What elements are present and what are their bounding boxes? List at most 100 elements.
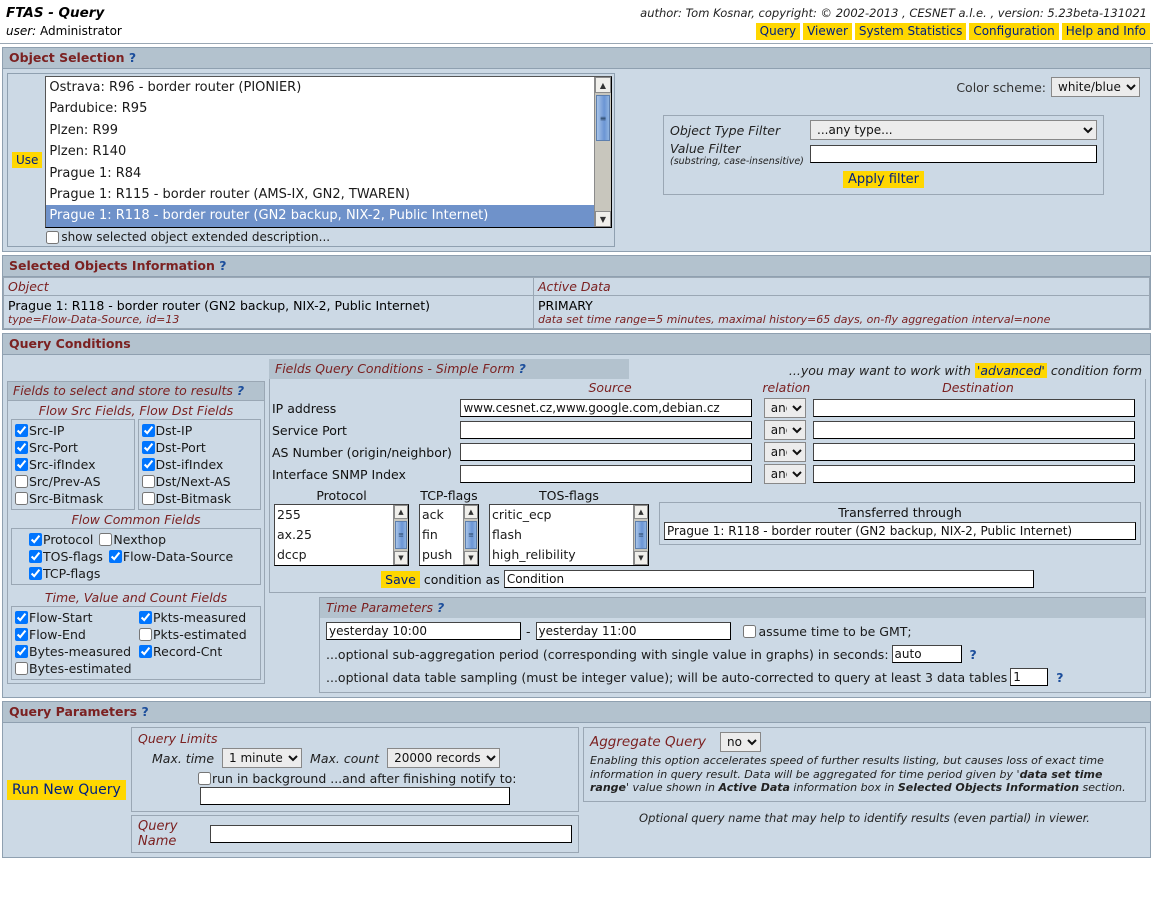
max-time-select[interactable]: 1 minute xyxy=(222,748,303,768)
scroll-up-icon[interactable]: ▲ xyxy=(634,505,648,519)
as-number-source-input[interactable] xyxy=(460,443,753,461)
list-item[interactable]: flash xyxy=(490,525,633,545)
pkts-measured-checkbox[interactable] xyxy=(139,611,152,624)
ip-address-source-input[interactable] xyxy=(460,399,753,417)
checkbox-dst-bitmask[interactable]: Dst-Bitmask xyxy=(141,490,258,507)
checkbox-flow-end[interactable]: Flow-End xyxy=(15,626,133,643)
checkbox-nexthop[interactable]: Nexthop xyxy=(99,531,166,548)
dst-next-as-checkbox[interactable] xyxy=(141,475,155,488)
object-type-filter-select[interactable]: ...any type... xyxy=(810,120,1097,140)
service-port-relation-select[interactable]: and xyxy=(763,420,806,440)
scroll-up-icon[interactable]: ▲ xyxy=(464,505,478,519)
protocol-scrollbar[interactable]: ▲ ≡ ▼ xyxy=(393,505,408,565)
nav-query[interactable]: Query xyxy=(755,23,801,40)
run-background-checkbox[interactable] xyxy=(198,772,211,785)
object-listbox[interactable]: Ostrava: R96 - border router (PIONIER) P… xyxy=(45,76,612,228)
notify-email-input[interactable] xyxy=(200,787,510,805)
tcpflags-scrollbar[interactable]: ▲ ≡ ▼ xyxy=(463,505,478,565)
protocol-checkbox[interactable] xyxy=(29,533,42,546)
dst-port-checkbox[interactable] xyxy=(141,441,155,454)
bytes-estimated-checkbox[interactable] xyxy=(15,662,28,675)
as-number-relation-select[interactable]: and xyxy=(763,442,806,462)
scrollbar-thumb[interactable]: ≡ xyxy=(635,521,647,549)
max-count-select[interactable]: 20000 records xyxy=(387,748,501,768)
record-cnt-checkbox[interactable] xyxy=(139,645,152,658)
checkbox-protocol[interactable]: Protocol xyxy=(29,531,93,548)
src-prev-as-checkbox[interactable] xyxy=(15,475,28,488)
checkbox-pkts-estimated[interactable]: Pkts-estimated xyxy=(139,626,247,643)
nav-viewer[interactable]: Viewer xyxy=(803,23,852,40)
color-scheme-select[interactable]: white/blue xyxy=(1051,77,1140,97)
tcpflags-listbox[interactable]: ack fin push ▲ ≡ ▼ xyxy=(419,504,479,566)
protocol-listbox[interactable]: 255 ax.25 dccp ▲ ≡ ▼ xyxy=(274,504,409,566)
tcp-flags-checkbox[interactable] xyxy=(29,567,42,580)
interface-snmp-destination-input[interactable] xyxy=(812,465,1135,483)
scrollbar-thumb[interactable]: ≡ xyxy=(596,95,610,141)
scroll-down-icon[interactable]: ▼ xyxy=(634,551,648,565)
nav-configuration[interactable]: Configuration xyxy=(969,23,1059,40)
listbox-scrollbar[interactable]: ▲ ≡ ▼ xyxy=(594,77,611,227)
dst-bitmask-checkbox[interactable] xyxy=(141,492,155,505)
extended-description-checkbox[interactable] xyxy=(46,230,60,244)
scroll-down-icon[interactable]: ▼ xyxy=(394,551,408,565)
transferred-through-input[interactable] xyxy=(664,522,1136,540)
checkbox-dst-ip[interactable]: Dst-IP xyxy=(141,422,258,439)
advanced-link[interactable]: 'advanced' xyxy=(974,363,1047,378)
dst-ip-checkbox[interactable] xyxy=(141,424,155,437)
list-item[interactable]: fin xyxy=(420,525,463,545)
checkbox-dst-port[interactable]: Dst-Port xyxy=(141,439,258,456)
checkbox-tos-flags[interactable]: TOS-flags xyxy=(29,548,103,565)
src-ifindex-checkbox[interactable] xyxy=(15,458,28,471)
list-item[interactable]: Prague 1: R115 - border router (AMS-IX, … xyxy=(46,184,594,205)
use-button[interactable]: Use xyxy=(12,152,43,168)
bytes-measured-checkbox[interactable] xyxy=(15,645,28,658)
help-icon[interactable]: ? xyxy=(1056,670,1063,685)
pkts-estimated-checkbox[interactable] xyxy=(139,628,152,641)
subaggregation-input[interactable] xyxy=(891,645,962,663)
time-to-input[interactable] xyxy=(535,622,731,640)
nexthop-checkbox[interactable] xyxy=(99,533,113,546)
checkbox-src-port[interactable]: Src-Port xyxy=(15,439,131,456)
scroll-up-icon[interactable]: ▲ xyxy=(595,77,611,93)
service-port-destination-input[interactable] xyxy=(812,421,1135,439)
value-filter-input[interactable] xyxy=(810,145,1097,163)
save-condition-input[interactable] xyxy=(503,570,1034,588)
checkbox-src-ip[interactable]: Src-IP xyxy=(15,422,131,439)
list-item[interactable]: Prague 1: R84 xyxy=(46,163,594,184)
list-item[interactable]: Plzen: R140 xyxy=(46,141,594,162)
scrollbar-thumb[interactable]: ≡ xyxy=(395,521,407,549)
nav-system-statistics[interactable]: System Statistics xyxy=(854,23,967,40)
checkbox-src-ifindex[interactable]: Src-ifIndex xyxy=(15,456,131,473)
list-item[interactable]: push xyxy=(420,545,463,565)
ip-address-relation-select[interactable]: and xyxy=(763,398,806,418)
flow-data-source-checkbox[interactable] xyxy=(108,550,122,563)
list-item[interactable]: Ostrava: R96 - border router (PIONIER) xyxy=(46,77,594,98)
scrollbar-thumb[interactable]: ≡ xyxy=(465,521,477,549)
gmt-checkbox[interactable] xyxy=(742,624,756,638)
help-icon[interactable]: ? xyxy=(970,647,977,662)
help-icon[interactable]: ? xyxy=(219,258,226,273)
help-icon[interactable]: ? xyxy=(237,383,244,398)
checkbox-tcp-flags[interactable]: TCP-flags xyxy=(29,565,100,582)
as-number-destination-input[interactable] xyxy=(812,443,1135,461)
interface-snmp-relation-select[interactable]: and xyxy=(763,464,806,484)
checkbox-dst-next-as[interactable]: Dst/Next-AS xyxy=(141,473,258,490)
time-from-input[interactable] xyxy=(326,622,521,640)
help-icon[interactable]: ? xyxy=(129,50,136,65)
dst-ifindex-checkbox[interactable] xyxy=(141,458,155,471)
scroll-down-icon[interactable]: ▼ xyxy=(595,211,611,227)
tosflags-listbox[interactable]: critic_ecp flash high_relibility ▲ ≡ ▼ xyxy=(489,504,649,566)
list-item[interactable]: 255 xyxy=(275,505,393,525)
checkbox-dst-ifindex[interactable]: Dst-ifIndex xyxy=(141,456,258,473)
nav-help-and-info[interactable]: Help and Info xyxy=(1061,23,1150,40)
scroll-up-icon[interactable]: ▲ xyxy=(394,505,408,519)
checkbox-bytes-measured[interactable]: Bytes-measured xyxy=(15,643,133,660)
apply-filter-button[interactable]: Apply filter xyxy=(842,171,925,188)
help-icon[interactable]: ? xyxy=(141,704,148,719)
query-name-input[interactable] xyxy=(210,825,572,843)
gmt-row[interactable]: assume time to be GMT; xyxy=(742,624,912,639)
flow-end-checkbox[interactable] xyxy=(15,628,28,641)
list-item[interactable]: critic_ecp xyxy=(490,505,633,525)
checkbox-flow-data-source[interactable]: Flow-Data-Source xyxy=(108,548,233,565)
list-item[interactable]: ax.25 xyxy=(275,525,393,545)
